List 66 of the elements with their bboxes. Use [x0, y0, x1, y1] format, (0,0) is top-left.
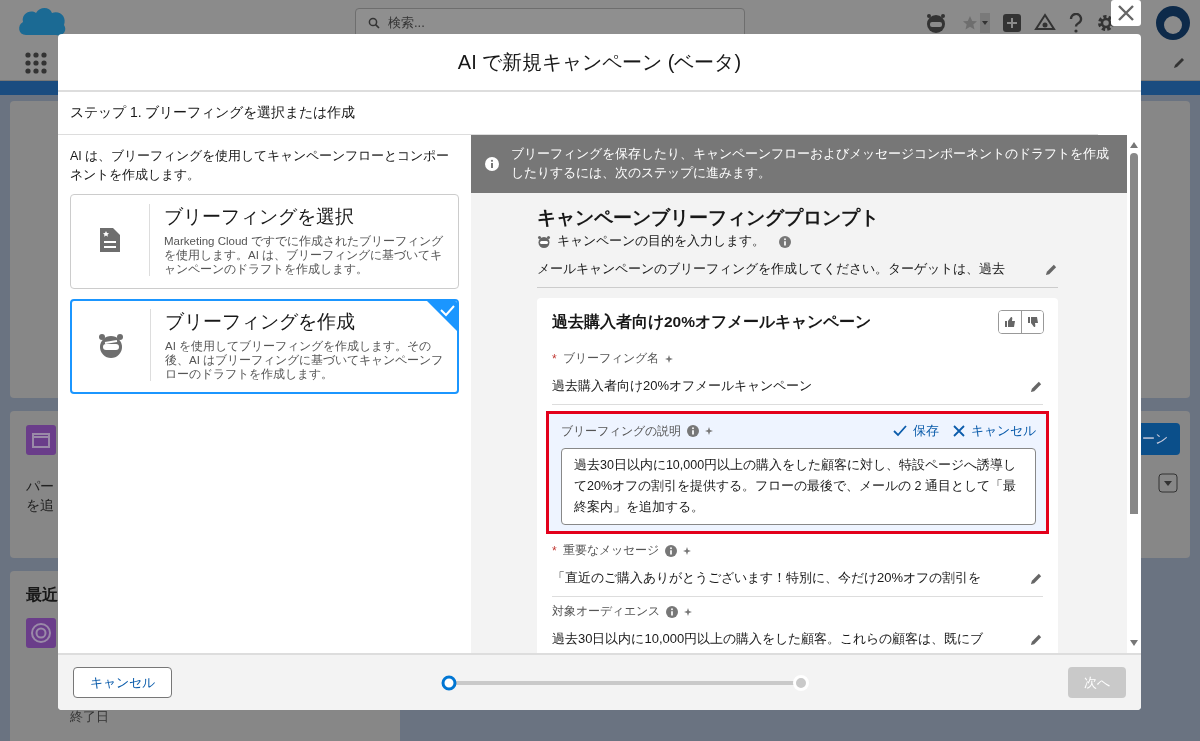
field-value: 「直近のご購入ありがとうございます！特別に、今だけ20%オフの割引を: [552, 569, 982, 587]
calendar-icon: [26, 425, 56, 455]
app-launcher-icon[interactable]: [25, 51, 47, 74]
robot-icon: [97, 332, 125, 358]
brief-title: 過去購入者向け20%オフメールキャンペーン: [552, 311, 872, 332]
option-title: ブリーフィングを作成: [165, 310, 355, 334]
section-title: 最近: [26, 585, 58, 605]
option-card[interactable]: ブリーフィングを作成 AI を使用してブリーフィングを作成します。その後、AI はブリーフィングに基づいてキャンペーンフローのドラフトを作成します。: [70, 299, 459, 394]
search-icon: [368, 16, 380, 29]
check-icon: [893, 425, 907, 437]
description-field[interactable]: 過去30日以内に10,000円以上の購入をした顧客に対し、特設ページへ誘導して20%オフの割引を提供する。フローの最後で、メールの 2 通目として「最終案内」を追加する。: [561, 448, 1036, 525]
field-label: 対象オーディエンス: [552, 603, 660, 620]
cancel-button[interactable]: キャンセル: [73, 667, 172, 698]
cancel-button[interactable]: キャンセル: [953, 422, 1036, 440]
settings-icon[interactable]: [1096, 12, 1116, 33]
modal-title: AI で新規キャンペーン (ベータ): [457, 49, 742, 75]
sparkle-icon: [682, 546, 691, 555]
edit-icon[interactable]: [1045, 262, 1058, 276]
close-icon: [953, 425, 965, 437]
option-description: Marketing Cloud ですでに作成されたブリーフィングを使用します。AI は、ブリーフィングに基づいてキャンペーンのドラフトを作成します。: [164, 234, 444, 276]
thumbs-up-icon: [1004, 316, 1016, 328]
robot-icon[interactable]: [924, 11, 948, 34]
target-icon: [26, 618, 56, 648]
field-value: 過去購入者向け20%オフメールキャンペーン: [552, 377, 813, 395]
card-text: を追: [26, 496, 54, 515]
field-label: ブリーフィングの説明: [561, 422, 681, 440]
save-button[interactable]: 保存: [893, 422, 939, 440]
field-label: ブリーフィング名: [562, 350, 659, 367]
option-title: ブリーフィングを選択: [164, 205, 354, 229]
help-icon[interactable]: [1068, 12, 1084, 33]
prompt-heading: キャンペーンブリーフィングプロンプト: [537, 206, 880, 230]
sparkle-icon: [684, 607, 692, 616]
add-icon[interactable]: [1002, 12, 1022, 33]
info-icon: [779, 235, 791, 248]
document-icon: [98, 226, 122, 254]
sparkle-icon: [664, 354, 673, 363]
thumbs-down-icon: [1026, 316, 1039, 328]
card-text: パー: [26, 477, 54, 496]
option-card[interactable]: ブリーフィングを選択 Marketing Cloud ですでに作成されたブリーフィングを使用します。AI は、ブリーフィングに基づいてキャンペーンのドラフトを作成します。: [70, 194, 459, 289]
info-icon: [485, 157, 499, 171]
sparkle-icon: [705, 427, 713, 435]
edit-icon[interactable]: [1030, 379, 1043, 393]
scroll-up-icon[interactable]: [1129, 141, 1139, 149]
close-icon: [1117, 4, 1135, 22]
prompt-subtitle: キャンペーンの目的を入力します。: [557, 233, 765, 250]
field-label: 終了日: [70, 708, 109, 726]
edit-icon[interactable]: [1172, 55, 1186, 70]
field-value: 過去30日以内に10,000円以上の購入をした顧客。これらの顧客は、既にブ: [552, 630, 984, 648]
option-description: AI を使用してブリーフィングを作成します。その後、AI はブリーフィングに基づいてキャンペーンフローのドラフトを作成します。: [165, 339, 445, 381]
prompt-text: メールキャンペーンのブリーフィングを作成してください。ターゲットは、過去: [537, 260, 1005, 278]
step-marker[interactable]: [793, 674, 809, 691]
dropdown-icon[interactable]: [1158, 473, 1178, 493]
edit-icon[interactable]: [1030, 632, 1043, 646]
edit-icon[interactable]: [1030, 571, 1043, 585]
current-step-marker[interactable]: [441, 675, 457, 690]
banner-text: ブリーフィングを保存したり、キャンペーンフローおよびメッセージコンポーネントのドラフトを作成したりするには、次のステップに進みます。: [511, 146, 1110, 182]
intro-text: AI は、ブリーフィングを使用してキャンペーンフローとコンポーネントを作成します。: [70, 148, 451, 184]
required-mark: *: [552, 543, 557, 558]
required-mark: *: [552, 351, 557, 366]
thumbs-down-button[interactable]: [1021, 311, 1043, 333]
scroll-down-icon[interactable]: [1129, 639, 1139, 647]
checkmark-icon: [427, 301, 457, 331]
close-button[interactable]: [1111, 0, 1141, 26]
robot-icon: [537, 235, 551, 248]
avatar[interactable]: [1156, 5, 1190, 40]
field-label: 重要なメッセージ: [562, 542, 659, 559]
